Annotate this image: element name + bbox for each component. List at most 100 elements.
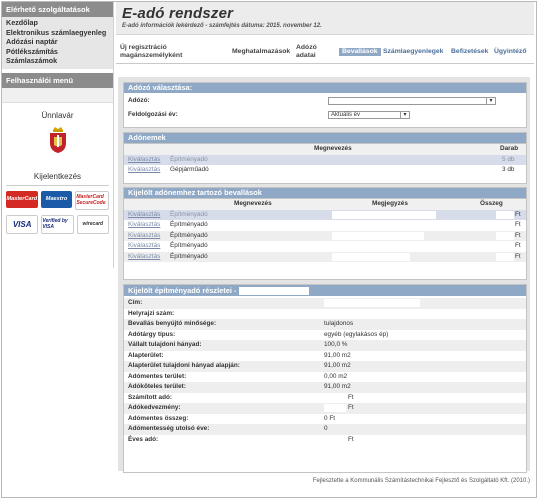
- detail-rows: Cím: Helyrajzi szám: Bevallás benyújtó min…: [124, 298, 526, 445]
- detail-label: Helyrajzi szám:: [128, 309, 175, 317]
- detail-value: 100,0 %: [324, 341, 348, 348]
- chevron-down-icon: ▾: [400, 110, 409, 119]
- footer: Fejlesztette a Kommunális Számítástechni…: [312, 478, 530, 484]
- year-select[interactable]: Aktuális év ▾: [328, 110, 410, 119]
- tax-types-title: Adónemek: [124, 133, 526, 144]
- year-select-value: Aktuális év: [331, 111, 361, 118]
- select-link[interactable]: Kiválasztás: [128, 210, 160, 221]
- brand-bar: E-adó rendszer E-adó információk lekérde…: [116, 2, 534, 35]
- detail-row: Alapterület: 91,00 m2: [124, 351, 526, 362]
- verified-by-visa-logo: Verified by VISA: [41, 214, 74, 234]
- declaration-amount: [496, 231, 514, 240]
- page-subtitle: E-adó információk lekérdező - számfejtés…: [122, 23, 322, 29]
- detail-row: Adótárgy típus: egyéb (egylakásos ép): [124, 330, 526, 341]
- select-link[interactable]: Kiválasztás: [128, 231, 160, 242]
- year-row: Feldolgozási év: Aktuális év ▾: [124, 110, 526, 121]
- nav-new-registration[interactable]: Új regisztráció magánszemélyként: [120, 44, 182, 60]
- detail-value: 91,00 m2: [324, 351, 351, 359]
- sidebar: Elérhető szolgáltatások Kezdőlap Elektro…: [2, 2, 114, 268]
- payment-heading: Kijelentkezés: [33, 171, 82, 181]
- tax-type-count: 5 db: [502, 155, 515, 163]
- detail-label: Adómentes összeg:: [128, 414, 189, 422]
- sidebar-links: Kezdőlap Elektronikus számlaegyenleg Adó…: [2, 17, 113, 69]
- declaration-row: Kiválasztás Építményadó Ft: [124, 241, 526, 252]
- year-label: Feldolgozási év:: [128, 110, 178, 118]
- detail-value-box: [324, 309, 420, 318]
- declaration-note: [332, 210, 436, 219]
- details-title-text: Kijelölt építményadó részletei -: [128, 286, 237, 295]
- detail-label: Adómentesség utolsó éve:: [128, 425, 210, 432]
- coat-of-arms-icon: [49, 126, 66, 153]
- declaration-currency: Ft: [515, 231, 521, 239]
- sidebar-item-calendar[interactable]: Adózási naptár: [6, 37, 109, 47]
- user-menu-area: [2, 87, 113, 103]
- declaration-note: [332, 252, 410, 261]
- declaration-row: Kiválasztás Építményadó Ft: [124, 251, 526, 263]
- card-logos: MasterCard Maestro MasterCard SecureCode…: [6, 184, 110, 234]
- select-link[interactable]: Kiválasztás: [128, 165, 160, 176]
- col-name: Megnevezés: [314, 145, 352, 152]
- details-panel: Kijelölt építményadó részletei - Cím: Hel…: [123, 284, 527, 473]
- detail-value: Ft: [348, 404, 354, 411]
- taxpayer-select-panel: Adózó választása: Adózó: ▾ Feldolgozási …: [123, 82, 527, 128]
- details-title-redacted: [239, 287, 310, 296]
- detail-value: egyéb (egylakásos ép): [324, 330, 389, 338]
- nav-account-balances[interactable]: Számlaegyenlegek: [383, 48, 443, 56]
- services-heading: Elérhető szolgáltatások: [2, 2, 113, 17]
- declaration-currency: Ft: [515, 221, 521, 228]
- tax-type-row: Kiválasztás Gépjárműadó 3 db: [124, 165, 526, 176]
- nav-cases[interactable]: Ügyintéző: [494, 48, 526, 56]
- sidebar-item-balance[interactable]: Elektronikus számlaegyenleg: [6, 28, 109, 38]
- taxpayer-select[interactable]: ▾: [328, 97, 496, 105]
- nav-tax-data-line2: adatai: [296, 52, 316, 59]
- col-count: Darab: [500, 145, 519, 152]
- detail-row: Helyrajzi szám:: [124, 309, 526, 320]
- detail-label: Adókedvezmény:: [128, 404, 181, 411]
- detail-row: Bevallás benyújtó minősége: tulajdonos: [124, 319, 526, 330]
- select-link[interactable]: Kiválasztás: [128, 241, 160, 252]
- detail-value-box: [324, 435, 346, 444]
- top-nav: Új regisztráció magánszemélyként Meghatal…: [116, 35, 534, 64]
- nav-new-registration-line2: magánszemélyként: [120, 52, 183, 59]
- detail-value: tulajdonos: [324, 320, 354, 327]
- declarations-panel: Kijelölt adónemhez tartozó bevallások Me…: [123, 187, 527, 280]
- declarations-header: Megnevezés Megjegyzés Összeg: [124, 199, 526, 210]
- securecode-logo: MasterCard SecureCode: [75, 190, 110, 210]
- declaration-amount: [496, 252, 514, 261]
- sidebar-item-home[interactable]: Kezdőlap: [6, 18, 109, 28]
- detail-label: Cím:: [128, 299, 143, 306]
- detail-value-box: [324, 299, 420, 307]
- detail-value: 0: [324, 425, 328, 432]
- nav-tax-data-line1: Adózó: [296, 44, 317, 51]
- tax-type-name: Építményadó: [170, 155, 208, 163]
- wirecard-logo: wirecard: [76, 214, 109, 234]
- detail-value: 0,00 m2: [324, 372, 348, 380]
- nav-declarations[interactable]: Bevallások: [339, 48, 381, 56]
- detail-row: Adómentesség utolsó éve: 0: [124, 424, 526, 435]
- detail-label: Bevallás benyújtó minősége:: [128, 320, 217, 327]
- sidebar-item-accounts[interactable]: Számlaszámok: [6, 56, 109, 66]
- content-area: Adózó választása: Adózó: ▾ Feldolgozási …: [118, 77, 530, 473]
- nav-tax-data[interactable]: Adózó adatai: [296, 44, 317, 60]
- col-note: Megjegyzés: [372, 200, 408, 207]
- taxpayer-row: Adózó: ▾: [124, 96, 526, 107]
- municipality-name: Ünnlavár: [41, 110, 74, 120]
- select-link[interactable]: Kiválasztás: [128, 252, 160, 263]
- taxpayer-label: Adózó:: [128, 97, 150, 104]
- nav-authorizations[interactable]: Meghatalmazások: [232, 48, 290, 56]
- visa-logo: VISA: [6, 214, 39, 234]
- detail-label: Adótárgy típus:: [128, 330, 176, 338]
- declaration-row: Kiválasztás Építményadó Ft: [124, 220, 526, 231]
- detail-row: Adókedvezmény: Ft: [124, 403, 526, 414]
- detail-value: 91,00 m2: [324, 383, 351, 390]
- col-name: Megnevezés: [234, 200, 272, 207]
- user-menu-heading: Felhasználói menü: [2, 72, 113, 88]
- detail-value: Ft: [348, 393, 354, 401]
- declaration-currency: Ft: [515, 210, 521, 218]
- nav-payments[interactable]: Befizetések: [451, 48, 488, 56]
- detail-row: Éves adó: Ft: [124, 435, 526, 446]
- select-link[interactable]: Kiválasztás: [128, 220, 160, 231]
- sidebar-item-surcharge[interactable]: Pótlékszámítás: [6, 47, 109, 57]
- detail-value: 91,00 m2: [324, 362, 351, 369]
- select-link[interactable]: Kiválasztás: [128, 155, 160, 166]
